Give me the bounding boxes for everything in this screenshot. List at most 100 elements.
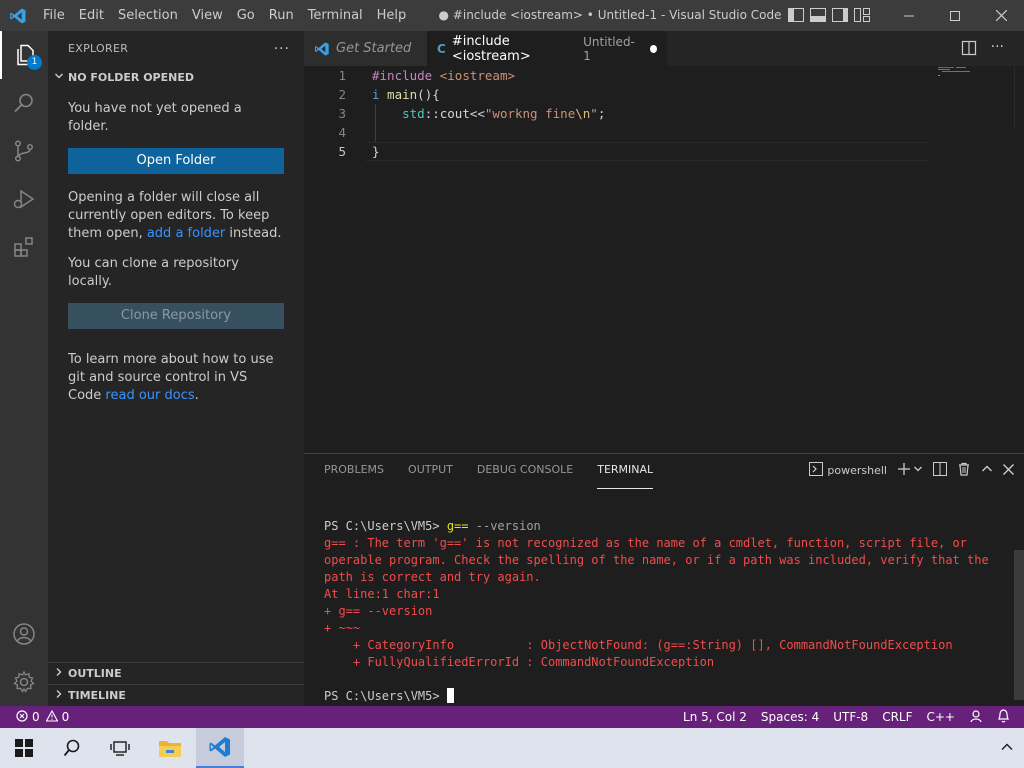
menu-file[interactable]: File (36, 0, 72, 31)
punctuation-token: (){ (417, 87, 440, 102)
unsaved-dot-icon[interactable] (649, 44, 657, 53)
customize-layout-icon[interactable] (854, 6, 870, 24)
close-panel-icon[interactable] (1003, 463, 1014, 478)
maximize-icon[interactable] (932, 0, 978, 31)
outline-section-header[interactable]: OUTLINE (48, 662, 304, 684)
code-line[interactable]: 1 #include <iostream> (304, 66, 1024, 85)
error-count: 0 (32, 710, 40, 724)
terminal-error-line: + FullyQualifiedErrorId : CommandNotFoun… (324, 655, 715, 669)
terminal-prompt: PS C:\Users\VM5> (324, 689, 447, 703)
menu-view[interactable]: View (185, 0, 230, 31)
indentation[interactable]: Spaces: 4 (761, 710, 819, 724)
menu-help[interactable]: Help (370, 0, 414, 31)
account-icon[interactable] (0, 610, 48, 658)
status-bar: 0 0 Ln 5, Col 2 Spaces: 4 UTF-8 CRLF C++ (0, 706, 1024, 728)
explorer-badge: 1 (27, 55, 42, 70)
terminal-argument: --version (468, 519, 541, 533)
activity-bar: 1 (0, 31, 48, 706)
search-icon[interactable] (0, 79, 48, 127)
section-title: NO FOLDER OPENED (68, 70, 194, 84)
clone-repository-button[interactable]: Clone Repository (68, 303, 284, 329)
code-line[interactable]: 5 } (304, 142, 1024, 161)
open-folder-button[interactable]: Open Folder (68, 148, 284, 174)
menu-edit[interactable]: Edit (72, 0, 111, 31)
split-terminal-icon[interactable] (933, 462, 947, 479)
code-line[interactable]: 4 (304, 123, 1024, 142)
vscode-logo-icon (0, 0, 36, 31)
line-ending[interactable]: CRLF (882, 710, 912, 724)
minimize-icon[interactable] (886, 0, 932, 31)
windows-start-icon[interactable] (0, 728, 48, 768)
tray-chevron-up-icon[interactable] (1000, 740, 1014, 758)
run-debug-icon[interactable] (0, 175, 48, 223)
trash-icon[interactable] (957, 462, 971, 479)
add-folder-link[interactable]: add a folder (147, 226, 225, 241)
new-terminal-icon[interactable] (897, 462, 911, 479)
timeline-title: TIMELINE (68, 689, 126, 702)
feedback-icon[interactable] (969, 709, 983, 726)
code-line[interactable]: 2 i main(){ (304, 85, 1024, 104)
terminal-line: PS C:\Users\VM5> g== --version (324, 518, 1004, 535)
cursor-position[interactable]: Ln 5, Col 2 (683, 710, 747, 724)
tab-debug-console[interactable]: DEBUG CONSOLE (477, 454, 573, 489)
task-view-icon[interactable] (96, 728, 144, 768)
file-explorer-icon[interactable] (146, 728, 194, 768)
encoding[interactable]: UTF-8 (833, 710, 868, 724)
close-info-after: instead. (225, 226, 282, 241)
window-controls (886, 0, 1024, 31)
tab-get-started[interactable]: Get Started (304, 31, 427, 66)
minimap[interactable] (936, 66, 1014, 78)
terminal-scrollbar[interactable] (1014, 550, 1024, 700)
tab-terminal[interactable]: TERMINAL (597, 454, 654, 489)
toggle-primary-sidebar-icon[interactable] (788, 6, 804, 24)
code-editor[interactable]: 1 #include <iostream> 2 i main(){ 3 std:… (304, 66, 1024, 453)
terminal-error-line: + CategoryInfo : ObjectNotFound: (g==:St… (324, 638, 953, 652)
settings-gear-icon[interactable] (0, 658, 48, 706)
menu-run[interactable]: Run (262, 0, 301, 31)
more-actions-icon[interactable]: ··· (991, 40, 1004, 60)
terminal-error-line: path is correct and try again. (324, 570, 541, 584)
split-editor-icon[interactable] (961, 40, 977, 60)
chevron-down-icon[interactable] (913, 464, 923, 477)
string-end-token: " (590, 106, 598, 121)
terminal-error-line: g== : The term 'g==' is not recognized a… (324, 536, 967, 550)
editor-scrollbar[interactable] (1014, 66, 1024, 128)
files-icon[interactable]: 1 (0, 31, 48, 79)
menu-terminal[interactable]: Terminal (301, 0, 370, 31)
menu-go[interactable]: Go (230, 0, 262, 31)
toggle-secondary-sidebar-icon[interactable] (832, 6, 848, 24)
explorer-sidebar: EXPLORER ··· NO FOLDER OPENED You have n… (48, 31, 304, 706)
tab-output[interactable]: OUTPUT (408, 454, 453, 489)
toggle-panel-icon[interactable] (810, 6, 826, 24)
window-title: ● #include <iostream> • Untitled-1 - Vis… (438, 8, 782, 22)
no-folder-section-header[interactable]: NO FOLDER OPENED (48, 66, 304, 88)
status-problems[interactable]: 0 0 (16, 706, 69, 728)
tab-problems[interactable]: PROBLEMS (324, 454, 384, 489)
read-docs-link[interactable]: read our docs (105, 388, 194, 403)
taskbar-search-icon[interactable] (48, 728, 96, 768)
timeline-section-header[interactable]: TIMELINE (48, 684, 304, 706)
string-token: "workng fine (484, 106, 576, 121)
tab-untitled-1[interactable]: C #include <iostream> Untitled-1 (427, 31, 667, 66)
sidebar-header: EXPLORER ··· (48, 31, 304, 66)
notifications-bell-icon[interactable] (997, 708, 1010, 726)
chevron-up-icon[interactable] (981, 463, 993, 478)
more-actions-icon[interactable]: ··· (274, 41, 290, 57)
terminal-output[interactable]: PS C:\Users\VM5> g== --version g== : The… (324, 518, 1004, 705)
status-right: Ln 5, Col 2 Spaces: 4 UTF-8 CRLF C++ (683, 706, 1010, 728)
code-line[interactable]: 3 std::cout<<"workng fine\n"; (304, 104, 1024, 123)
menu-selection[interactable]: Selection (111, 0, 185, 31)
extensions-icon[interactable] (0, 223, 48, 271)
terminal-prompt: PS C:\Users\VM5> (324, 519, 447, 533)
warning-icon (45, 709, 59, 725)
terminal-error-line: operable program. Check the spelling of … (324, 553, 989, 567)
close-window-icon[interactable] (978, 0, 1024, 31)
vscode-taskbar-icon[interactable] (196, 728, 244, 768)
shell-name[interactable]: powershell (827, 464, 887, 477)
language-mode[interactable]: C++ (927, 710, 956, 724)
clone-info-text: You can clone a repository locally. (68, 256, 239, 289)
chevron-right-icon (54, 689, 68, 702)
source-control-icon[interactable] (0, 127, 48, 175)
warning-count: 0 (61, 710, 70, 724)
